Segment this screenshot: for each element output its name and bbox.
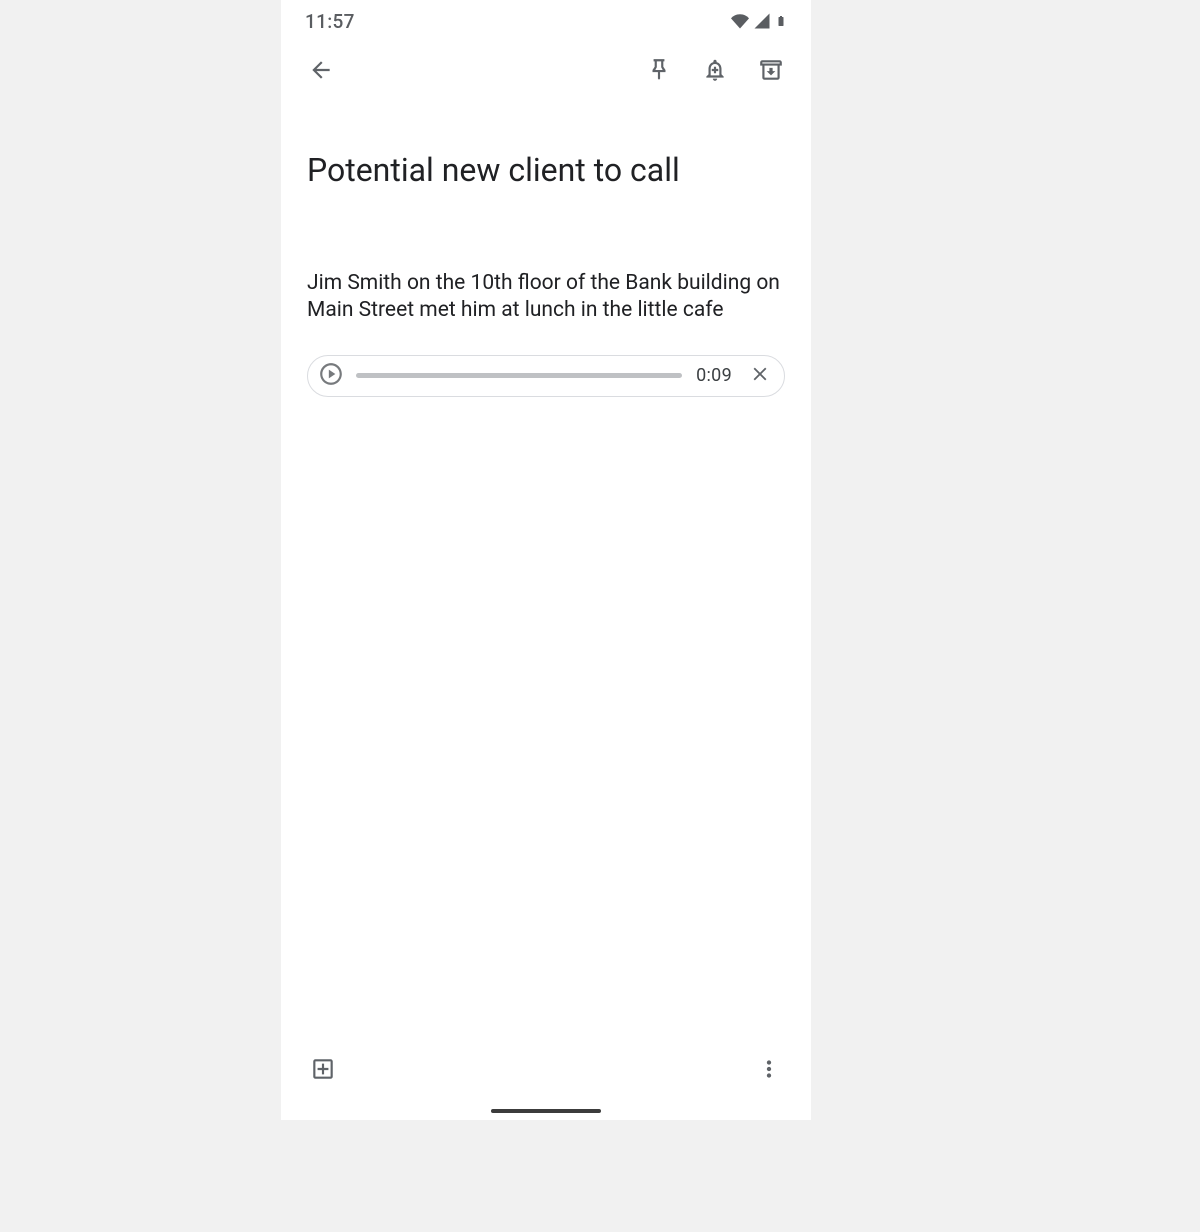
archive-icon — [758, 57, 784, 86]
statusbar-time: 11:57 — [305, 10, 355, 33]
more-vert-icon — [756, 1056, 782, 1085]
close-icon — [749, 363, 771, 388]
cellular-icon — [753, 12, 771, 30]
pin-button[interactable] — [635, 47, 683, 95]
audio-player: 0:09 — [307, 355, 785, 397]
add-content-button[interactable] — [299, 1046, 347, 1094]
statusbar-icons — [731, 11, 787, 31]
audio-progress-track[interactable] — [356, 373, 682, 378]
arrow-back-icon — [308, 57, 334, 86]
add-box-icon — [310, 1056, 336, 1085]
gesture-handle[interactable] — [491, 1109, 601, 1113]
play-icon — [318, 361, 344, 390]
app-bar — [281, 42, 811, 100]
bell-plus-icon — [702, 57, 728, 86]
audio-delete-button[interactable] — [746, 362, 774, 390]
bottom-bar — [281, 1038, 811, 1102]
audio-duration: 0:09 — [694, 365, 734, 386]
wifi-icon — [731, 12, 749, 30]
reminder-button[interactable] — [691, 47, 739, 95]
note-body[interactable]: Jim Smith on the 10th floor of the Bank … — [307, 270, 785, 325]
status-bar: 11:57 — [281, 0, 811, 42]
more-options-button[interactable] — [745, 1046, 793, 1094]
play-button[interactable] — [318, 363, 344, 389]
phone-frame: 11:57 — [281, 0, 811, 1120]
note-title[interactable]: Potential new client to call — [307, 150, 785, 190]
back-button[interactable] — [297, 47, 345, 95]
gesture-handle-area — [281, 1102, 811, 1120]
pin-icon — [646, 57, 672, 86]
note-content: Potential new client to call Jim Smith o… — [281, 100, 811, 1038]
archive-button[interactable] — [747, 47, 795, 95]
battery-icon — [775, 11, 787, 31]
